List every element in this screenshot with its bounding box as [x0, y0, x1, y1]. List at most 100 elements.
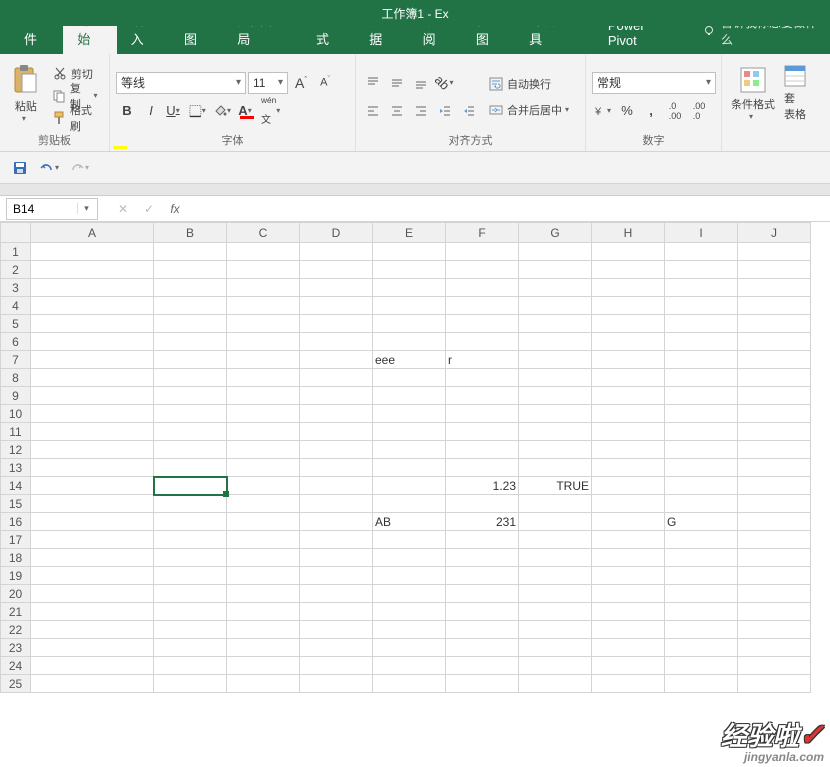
cell-E20[interactable] — [373, 585, 446, 603]
cell-G17[interactable] — [519, 531, 592, 549]
row-header-24[interactable]: 24 — [1, 657, 31, 675]
cell-E12[interactable] — [373, 441, 446, 459]
cell-C16[interactable] — [227, 513, 300, 531]
cell-F24[interactable] — [446, 657, 519, 675]
cell-B6[interactable] — [154, 333, 227, 351]
cell-G5[interactable] — [519, 315, 592, 333]
cell-B9[interactable] — [154, 387, 227, 405]
cell-A7[interactable] — [31, 351, 154, 369]
cell-I15[interactable] — [665, 495, 738, 513]
cell-I23[interactable] — [665, 639, 738, 657]
cell-C13[interactable] — [227, 459, 300, 477]
cell-A15[interactable] — [31, 495, 154, 513]
underline-button[interactable]: U▾ — [164, 100, 186, 122]
cell-E2[interactable] — [373, 261, 446, 279]
cell-C23[interactable] — [227, 639, 300, 657]
cell-C10[interactable] — [227, 405, 300, 423]
increase-decimal-button[interactable]: .0.00 — [664, 100, 686, 122]
cell-E4[interactable] — [373, 297, 446, 315]
wrap-text-button[interactable]: 自动换行 — [486, 74, 586, 94]
comma-format-button[interactable]: , — [640, 100, 662, 122]
cell-H11[interactable] — [592, 423, 665, 441]
spreadsheet-grid[interactable]: ABCDEFGHIJ1234567eeer8910111213141.23TRU… — [0, 222, 830, 767]
cell-H22[interactable] — [592, 621, 665, 639]
cell-C1[interactable] — [227, 243, 300, 261]
col-header-A[interactable]: A — [31, 223, 154, 243]
cell-A10[interactable] — [31, 405, 154, 423]
cell-B5[interactable] — [154, 315, 227, 333]
cell-I5[interactable] — [665, 315, 738, 333]
cell-I17[interactable] — [665, 531, 738, 549]
cell-F14[interactable]: 1.23 — [446, 477, 519, 495]
row-header-25[interactable]: 25 — [1, 675, 31, 693]
accounting-format-button[interactable]: ¥▾ — [592, 100, 614, 122]
cell-G20[interactable] — [519, 585, 592, 603]
select-all-corner[interactable] — [1, 223, 31, 243]
cell-I19[interactable] — [665, 567, 738, 585]
cell-H18[interactable] — [592, 549, 665, 567]
cell-H5[interactable] — [592, 315, 665, 333]
cell-D19[interactable] — [300, 567, 373, 585]
cell-B22[interactable] — [154, 621, 227, 639]
cell-J11[interactable] — [738, 423, 811, 441]
cell-F15[interactable] — [446, 495, 519, 513]
cell-F12[interactable] — [446, 441, 519, 459]
row-header-15[interactable]: 15 — [1, 495, 31, 513]
cell-C6[interactable] — [227, 333, 300, 351]
cell-G24[interactable] — [519, 657, 592, 675]
cell-H21[interactable] — [592, 603, 665, 621]
font-name-select[interactable]: 等线 — [116, 72, 246, 94]
cell-G7[interactable] — [519, 351, 592, 369]
col-header-G[interactable]: G — [519, 223, 592, 243]
cell-H1[interactable] — [592, 243, 665, 261]
cell-J25[interactable] — [738, 675, 811, 693]
cell-B20[interactable] — [154, 585, 227, 603]
row-header-2[interactable]: 2 — [1, 261, 31, 279]
cell-G14[interactable]: TRUE — [519, 477, 592, 495]
cell-I14[interactable] — [665, 477, 738, 495]
align-right-button[interactable] — [410, 100, 432, 122]
cell-G8[interactable] — [519, 369, 592, 387]
number-format-select[interactable]: 常规 — [592, 72, 716, 94]
cell-H24[interactable] — [592, 657, 665, 675]
row-header-17[interactable]: 17 — [1, 531, 31, 549]
row-header-1[interactable]: 1 — [1, 243, 31, 261]
cell-I12[interactable] — [665, 441, 738, 459]
cell-J20[interactable] — [738, 585, 811, 603]
cell-C20[interactable] — [227, 585, 300, 603]
cell-B15[interactable] — [154, 495, 227, 513]
cell-H9[interactable] — [592, 387, 665, 405]
cell-C7[interactable] — [227, 351, 300, 369]
row-header-8[interactable]: 8 — [1, 369, 31, 387]
cell-G18[interactable] — [519, 549, 592, 567]
cell-B12[interactable] — [154, 441, 227, 459]
cell-E21[interactable] — [373, 603, 446, 621]
cell-G22[interactable] — [519, 621, 592, 639]
cell-E18[interactable] — [373, 549, 446, 567]
increase-indent-button[interactable] — [458, 100, 480, 122]
cell-A17[interactable] — [31, 531, 154, 549]
row-header-14[interactable]: 14 — [1, 477, 31, 495]
cell-I20[interactable] — [665, 585, 738, 603]
align-bottom-button[interactable] — [410, 72, 432, 94]
cell-F25[interactable] — [446, 675, 519, 693]
cell-F1[interactable] — [446, 243, 519, 261]
cell-D11[interactable] — [300, 423, 373, 441]
row-header-13[interactable]: 13 — [1, 459, 31, 477]
cell-E19[interactable] — [373, 567, 446, 585]
cell-J2[interactable] — [738, 261, 811, 279]
cell-C19[interactable] — [227, 567, 300, 585]
row-header-6[interactable]: 6 — [1, 333, 31, 351]
row-header-16[interactable]: 16 — [1, 513, 31, 531]
cell-F13[interactable] — [446, 459, 519, 477]
cell-F18[interactable] — [446, 549, 519, 567]
col-header-I[interactable]: I — [665, 223, 738, 243]
cell-G13[interactable] — [519, 459, 592, 477]
cell-H23[interactable] — [592, 639, 665, 657]
cell-C3[interactable] — [227, 279, 300, 297]
cell-B8[interactable] — [154, 369, 227, 387]
cell-A18[interactable] — [31, 549, 154, 567]
cell-I2[interactable] — [665, 261, 738, 279]
cell-H8[interactable] — [592, 369, 665, 387]
cell-J21[interactable] — [738, 603, 811, 621]
